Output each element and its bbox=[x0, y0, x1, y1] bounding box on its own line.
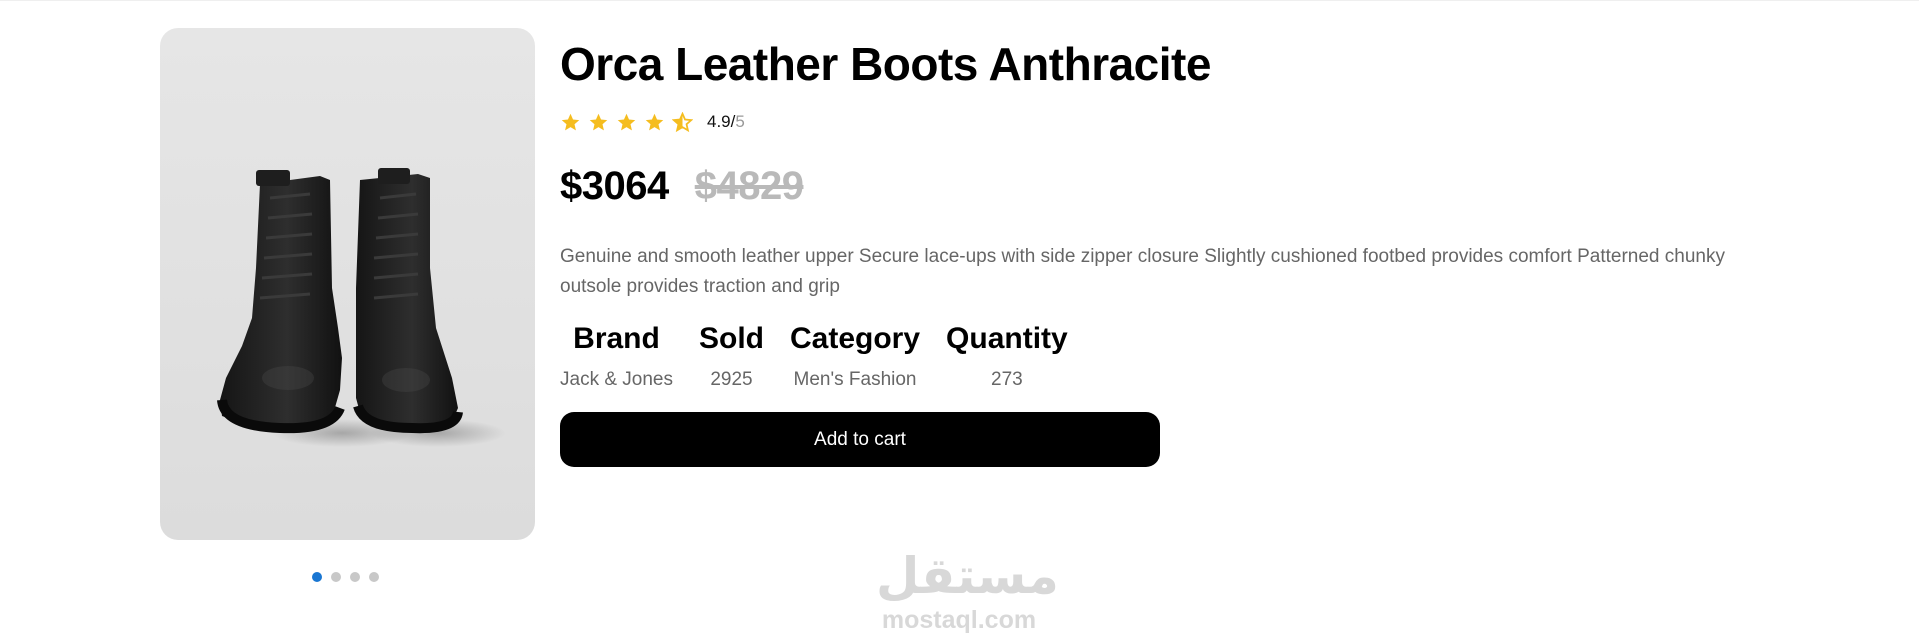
product-info: Orca Leather Boots Anthracite 4.9/5 $306… bbox=[560, 28, 1750, 467]
rating-max: 5 bbox=[735, 112, 745, 131]
rating-value: 4.9/5 bbox=[707, 112, 745, 131]
carousel-dot[interactable] bbox=[312, 572, 322, 582]
spec-label: Sold bbox=[699, 322, 764, 355]
original-price: $4829 bbox=[694, 164, 804, 208]
spec-sold: Sold 2925 bbox=[699, 318, 764, 392]
spec-brand: Brand Jack & Jones bbox=[560, 318, 673, 392]
star-full-icon bbox=[561, 113, 580, 130]
current-price: $3064 bbox=[560, 164, 669, 208]
spec-label: Brand bbox=[573, 322, 660, 355]
carousel-dots bbox=[312, 572, 379, 582]
product-image[interactable] bbox=[160, 28, 535, 540]
spec-value: Men's Fashion bbox=[793, 369, 917, 390]
spec-category: Category Men's Fashion bbox=[790, 318, 920, 392]
star-full-icon bbox=[589, 113, 608, 130]
add-to-cart-button[interactable]: Add to cart bbox=[560, 412, 1160, 467]
top-divider bbox=[0, 0, 1919, 1]
boots-image bbox=[217, 168, 506, 447]
product-description: Genuine and smooth leather upper Secure … bbox=[560, 246, 1725, 297]
watermark-logo: مستقل mostaql.com bbox=[876, 547, 1059, 634]
rating: 4.9/5 bbox=[560, 110, 1750, 134]
spec-value: 273 bbox=[991, 369, 1023, 390]
watermark-url: mostaql.com bbox=[881, 606, 1037, 634]
spec-value: 2925 bbox=[710, 369, 753, 390]
star-half-icon bbox=[672, 111, 693, 132]
product-title: Orca Leather Boots Anthracite bbox=[560, 38, 1211, 90]
spec-value: Jack & Jones bbox=[560, 369, 673, 390]
spec-label: Category bbox=[790, 322, 921, 355]
star-full-icon bbox=[617, 113, 636, 130]
spec-quantity: Quantity 273 bbox=[946, 318, 1068, 392]
star-full-icon bbox=[645, 113, 664, 130]
rating-stars bbox=[560, 111, 693, 133]
carousel-dot[interactable] bbox=[350, 572, 360, 582]
product-specs: Brand Jack & Jones Sold 2925 Category Me… bbox=[560, 318, 1750, 392]
carousel-dot[interactable] bbox=[331, 572, 341, 582]
spec-label: Quantity bbox=[946, 322, 1068, 355]
price-row: $3064 $4829 bbox=[560, 164, 1750, 216]
watermark-arabic: مستقل bbox=[876, 547, 1059, 605]
carousel-dot[interactable] bbox=[369, 572, 379, 582]
